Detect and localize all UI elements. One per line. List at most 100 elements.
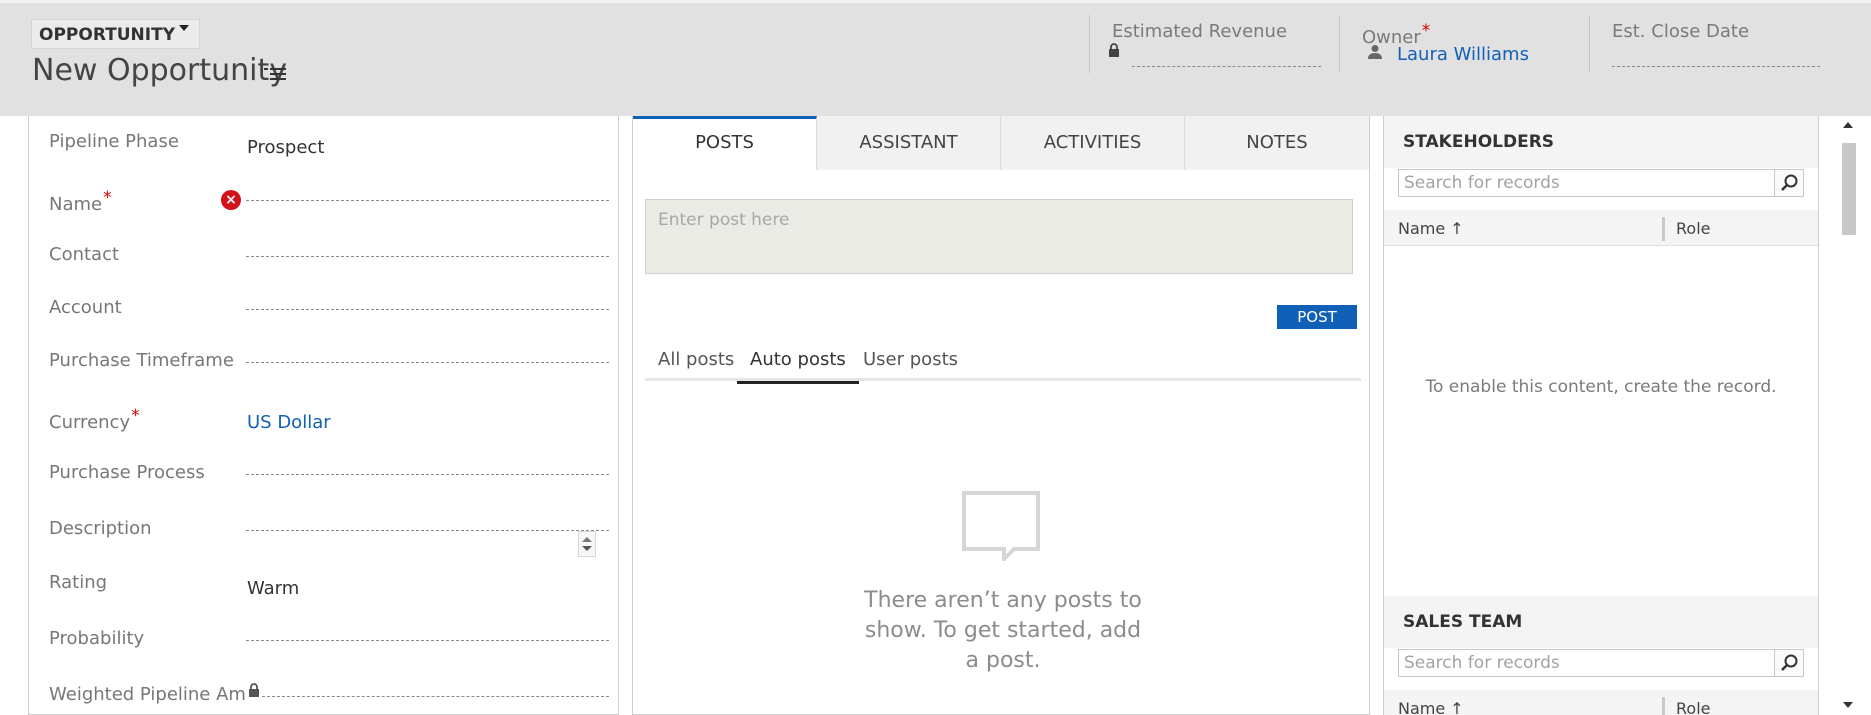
subtab-auto-posts[interactable]: Auto posts [737,344,859,384]
field-probability[interactable]: Probability [49,628,609,672]
field-label: Name* [49,188,112,215]
sort-ascending-icon: ↑ [1450,699,1464,715]
list-menu-icon[interactable] [264,66,286,82]
field-label: Currency* [49,406,140,433]
estimated-revenue-label: Estimated Revenue [1112,21,1288,42]
owner-link[interactable]: Laura Williams [1397,44,1529,65]
column-resize-handle[interactable] [1662,217,1665,241]
column-header-name[interactable]: Name ↑ [1398,699,1464,715]
stakeholders-empty-message: To enable this content, create the recor… [1425,377,1777,397]
search-icon [1781,174,1798,191]
entity-type-label: OPPORTUNITY [39,25,176,45]
column-header-role[interactable]: Role [1676,219,1710,238]
tab-posts[interactable]: POSTS [633,116,817,170]
sales-team-search-button[interactable] [1774,650,1803,676]
field-label-text: Name [49,194,103,215]
header-field-owner: Owner* Laura Williams [1339,15,1591,73]
field-purchase-timeframe[interactable]: Purchase Timeframe [49,350,609,394]
column-header-role[interactable]: Role [1676,699,1710,715]
social-pane: POSTS ASSISTANT ACTIVITIES NOTES Enter p… [632,116,1370,715]
stakeholders-grid-header: Name ↑ Role [1384,210,1818,246]
est-close-date-field[interactable] [1612,51,1820,67]
account-input[interactable] [246,309,609,310]
page-title: New Opportunity [32,53,287,88]
post-filter-tabs: All posts Auto posts User posts [645,344,1361,384]
tab-notes[interactable]: NOTES [1185,116,1369,170]
description-input[interactable] [246,530,609,531]
caret-down-icon [179,25,190,31]
scroll-down-icon[interactable] [1843,702,1853,708]
post-button[interactable]: POST [1277,305,1357,329]
scrollbar-thumb[interactable] [1842,143,1856,235]
field-label: Weighted Pipeline Am [49,684,246,705]
field-weighted-pipeline-amount[interactable]: Weighted Pipeline Am [49,683,609,715]
tab-assistant[interactable]: ASSISTANT [817,116,1001,170]
sales-team-search [1398,649,1804,677]
purchase-process-input[interactable] [246,474,609,475]
stakeholders-title: STAKEHOLDERS [1384,116,1818,168]
field-pipeline-phase[interactable]: Pipeline Phase Prospect [49,131,609,175]
description-spinner[interactable] [578,531,596,557]
field-value[interactable]: Prospect [247,137,324,158]
field-description[interactable]: Description [49,518,609,562]
field-purchase-process[interactable]: Purchase Process [49,462,609,506]
error-icon: × [221,190,241,210]
stakeholders-search-button[interactable] [1774,170,1803,196]
field-label-text: Currency [49,412,131,433]
speech-bubble-icon [962,491,1040,561]
field-label: Probability [49,628,145,649]
field-name[interactable]: Name* × [49,188,609,232]
purchase-timeframe-input[interactable] [246,362,609,363]
field-label: Purchase Process [49,462,205,483]
opportunity-form: Pipeline Phase Prospect Name* × Contact … [28,116,619,715]
sales-team-search-input[interactable] [1399,650,1775,676]
required-asterisk: * [103,188,112,208]
column-name-label: Name [1398,699,1446,715]
field-label: Pipeline Phase [49,131,179,152]
est-close-date-label: Est. Close Date [1612,21,1750,42]
left-gutter [10,116,28,715]
field-currency[interactable]: Currency* US Dollar [49,406,609,450]
field-account[interactable]: Account [49,297,609,341]
field-label: Description [49,518,152,539]
field-rating[interactable]: Rating Warm [49,572,609,616]
column-resize-handle[interactable] [1662,697,1665,715]
stakeholders-search-input[interactable] [1399,170,1775,196]
sort-ascending-icon: ↑ [1450,219,1464,238]
lock-icon [1109,43,1119,57]
page-scrollbar[interactable] [1838,116,1860,715]
name-input[interactable] [246,200,609,201]
field-value[interactable]: Warm [247,578,299,599]
subtab-all-posts[interactable]: All posts [645,344,747,381]
sales-team-grid-header: Name ↑ Role [1384,690,1818,715]
spinner-arrows-icon [582,537,592,551]
related-records-pane: STAKEHOLDERS Name ↑ Role To enable this … [1383,116,1819,715]
tab-activities[interactable]: ACTIVITIES [1001,116,1185,170]
field-contact[interactable]: Contact [49,244,609,288]
scroll-up-icon[interactable] [1843,122,1853,128]
currency-link[interactable]: US Dollar [247,412,331,433]
record-header: OPPORTUNITY New Opportunity Estimated Re… [0,0,1871,116]
sales-team-title: SALES TEAM [1384,596,1818,648]
subtab-user-posts[interactable]: User posts [850,344,971,381]
probability-input[interactable] [246,640,609,641]
contact-input[interactable] [246,256,609,257]
search-icon [1781,654,1798,671]
field-label: Rating [49,572,108,593]
required-asterisk: * [131,406,140,426]
required-asterisk: * [1421,21,1431,41]
field-label: Account [49,297,122,318]
empty-posts-message: There aren’t any posts to show. To get s… [864,588,1142,673]
column-header-name[interactable]: Name ↑ [1398,219,1464,238]
user-icon [1368,45,1382,59]
weighted-pipeline-input [262,696,609,697]
estimated-revenue-field [1132,51,1321,67]
column-name-label: Name [1398,219,1446,238]
stakeholders-search [1398,169,1804,197]
post-input[interactable]: Enter post here [645,199,1353,274]
social-tabs: POSTS ASSISTANT ACTIVITIES NOTES [633,116,1369,170]
entity-type-selector[interactable]: OPPORTUNITY [31,19,201,49]
header-field-estimated-revenue: Estimated Revenue [1089,15,1341,73]
lock-icon [249,683,259,697]
field-label: Purchase Timeframe [49,350,234,371]
